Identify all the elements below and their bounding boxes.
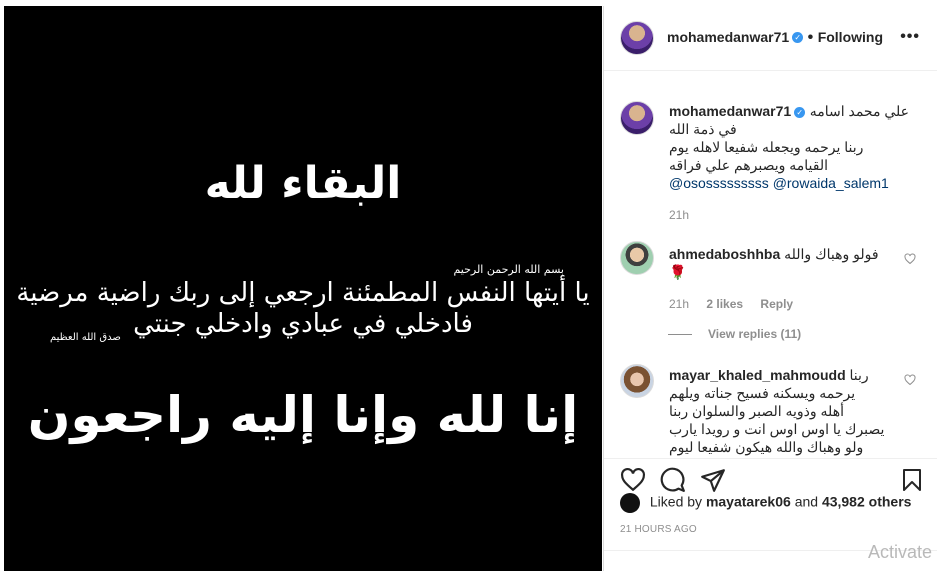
likes-conj: and <box>794 493 819 510</box>
post-header: mohamedanwar71 ✓ • Following ••• <box>604 6 937 71</box>
caption-line: في ذمة الله <box>669 121 737 137</box>
verified-badge-icon: ✓ <box>794 106 806 118</box>
following-button[interactable]: Following <box>818 29 883 45</box>
image-title-text: البقاء لله <box>204 158 402 209</box>
image-basmala-text: بسم الله الرحمن الرحيم <box>453 263 564 276</box>
commenter-avatar[interactable] <box>620 241 654 275</box>
image-inna-text: إنا لله وإنا إليه راجعون <box>27 386 579 444</box>
author-username[interactable]: mohamedanwar71 <box>667 29 789 45</box>
caption-avatar[interactable] <box>620 101 654 135</box>
caption-line: القيامه ويصبرهم علي فراقه <box>669 157 829 173</box>
comment-text: ولو وهباك والله هيكون شفيعا ليوم <box>669 439 864 455</box>
likes-count[interactable]: 43,982 others <box>822 494 912 510</box>
comment-text: أهله وذويه الصبر والسلوان ربنا <box>669 403 844 419</box>
post-time[interactable]: 21 HOURS AGO <box>620 524 697 535</box>
activate-watermark: Activate <box>868 542 933 562</box>
view-replies-line <box>668 334 692 336</box>
commenter-avatar[interactable] <box>620 364 654 398</box>
verified-badge-icon: ✓ <box>792 32 804 44</box>
comment-username[interactable]: ahmedaboshhba <box>669 246 780 262</box>
comments-list[interactable]: mohamedanwar71 ✓ علي محمد اسامه في ذمة ال… <box>604 71 937 459</box>
share-icon[interactable] <box>700 467 726 493</box>
liker-username[interactable]: mayatarek06 <box>706 494 791 510</box>
comment-text: فولو وهباك والله <box>784 246 879 262</box>
more-options-icon[interactable]: ••• <box>900 28 920 46</box>
bookmark-icon[interactable] <box>900 467 924 493</box>
comment-likes[interactable]: 2 likes <box>706 297 743 311</box>
mention-link[interactable]: @ososssssssss <box>669 175 769 191</box>
comment-username[interactable]: mayar_khaled_mahmoudd <box>669 367 846 383</box>
view-replies-label: View replies (11) <box>708 327 802 341</box>
comment-time[interactable]: 21h <box>669 297 689 311</box>
comment-icon[interactable] <box>660 467 686 493</box>
caption-time[interactable]: 21h <box>669 206 909 224</box>
post-sidebar: mohamedanwar71 ✓ • Following ••• mohameda… <box>603 6 937 571</box>
view-replies-button[interactable]: View replies (11) <box>668 327 801 341</box>
image-sadaq-text: صدق الله العظيم <box>50 332 121 343</box>
caption-line: علي محمد اسامه <box>809 103 909 119</box>
comment: mayar_khaled_mahmoudd ربنا يرحمه ويسكنه … <box>669 366 894 456</box>
caption-line: ربنا يرحمه ويجعله شفيعا لاهله يوم <box>669 139 864 155</box>
likes-row: Liked by mayatarek06 and 43,982 others <box>620 493 911 513</box>
separator-dot: • <box>807 29 814 46</box>
mention-link[interactable]: @rowaida_salem1 <box>773 175 889 191</box>
comment-text: يرحمه ويسكنه فسيح جناته ويلهم <box>669 385 856 401</box>
header-user-row: mohamedanwar71 ✓ • Following <box>667 29 883 47</box>
post-image[interactable]: البقاء لله بسم الله الرحمن الرحيم يا أيت… <box>4 6 602 571</box>
likes-prefix: Liked by <box>649 493 703 510</box>
comment-text: ربنا <box>849 367 869 383</box>
reply-button[interactable]: Reply <box>760 297 793 311</box>
comment-heart-icon[interactable] <box>904 374 916 386</box>
comment-meta: 21h 2 likes Reply <box>669 295 909 313</box>
caption: mohamedanwar71 ✓ علي محمد اسامه في ذمة ال… <box>669 102 909 224</box>
caption-username[interactable]: mohamedanwar71 <box>669 103 791 119</box>
rose-emoji: 🌹 <box>669 264 687 280</box>
image-verse-line1: يا أيتها النفس المطمئنة ارجعي إلى ربك را… <box>16 278 590 308</box>
comment-heart-icon[interactable] <box>904 253 916 265</box>
liker-avatar[interactable] <box>620 493 640 513</box>
instagram-post: البقاء لله بسم الله الرحمن الرحيم يا أيت… <box>0 0 937 571</box>
comment: ahmedaboshhba فولو وهباك والله 🌹 21h 2 l… <box>669 245 909 313</box>
comment-text: يصبرك يا اوس اوس انت و رويدا يارب <box>669 421 885 437</box>
author-avatar[interactable] <box>620 21 654 55</box>
heart-icon[interactable] <box>620 467 646 493</box>
